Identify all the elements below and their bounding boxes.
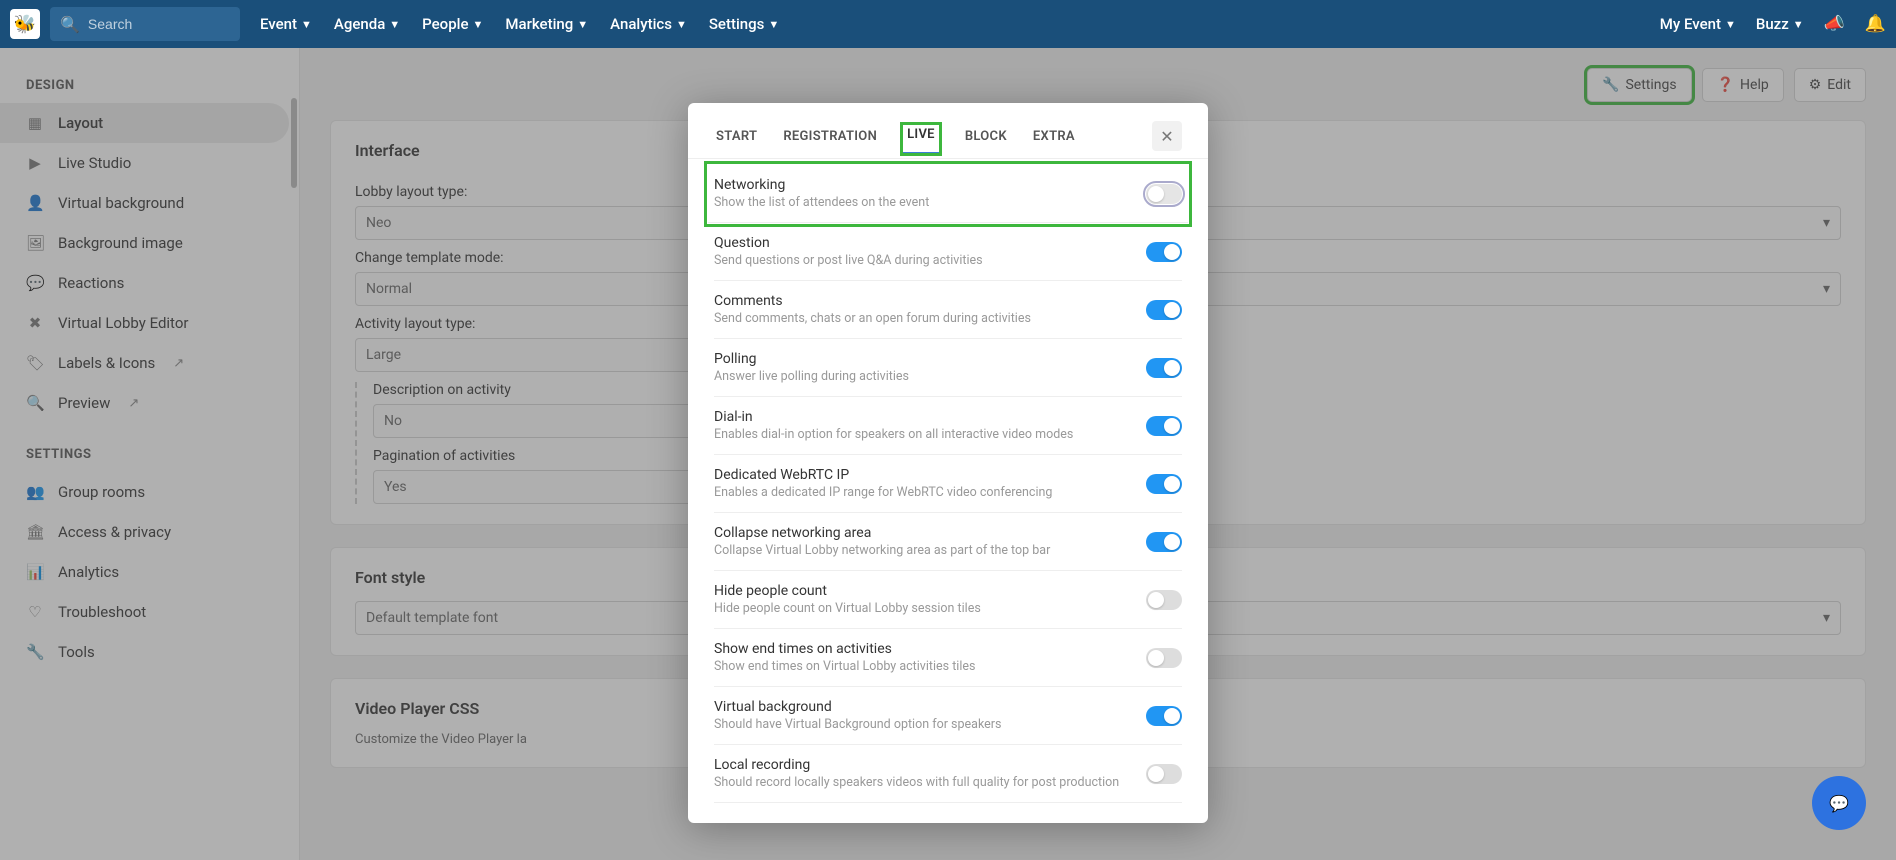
setting-toggle[interactable] <box>1146 474 1182 494</box>
setting-desc: Should have Virtual Background option fo… <box>714 717 1146 732</box>
megaphone-icon[interactable]: 📣 <box>1824 14 1845 34</box>
setting-toggle[interactable] <box>1146 706 1182 726</box>
setting-row-hide-people-count: Hide people count Hide people count on Vi… <box>714 571 1182 629</box>
setting-row-polling: Polling Answer live polling during activi… <box>714 339 1182 397</box>
setting-desc: Hide people count on Virtual Lobby sessi… <box>714 601 1146 616</box>
close-icon: ✕ <box>1160 127 1173 146</box>
modal-tabs: START REGISTRATION LIVE BLOCK EXTRA ✕ <box>688 117 1208 159</box>
search-icon: 🔍 <box>60 15 80 34</box>
setting-desc: Enables dial-in option for speakers on a… <box>714 427 1146 442</box>
setting-title: Show end times on activities <box>714 641 1146 657</box>
setting-toggle[interactable] <box>1146 300 1182 320</box>
setting-toggle[interactable] <box>1146 648 1182 668</box>
chevron-down-icon: ▼ <box>676 18 687 31</box>
chevron-down-icon: ▼ <box>1725 18 1736 31</box>
setting-desc: Collapse Virtual Lobby networking area a… <box>714 543 1146 558</box>
setting-title: Hide people count <box>714 583 1146 599</box>
modal-tab-registration[interactable]: REGISTRATION <box>781 123 879 158</box>
search-box[interactable]: 🔍 <box>50 7 240 41</box>
chevron-down-icon: ▼ <box>389 18 400 31</box>
top-nav: 🐝 🔍 Event▼ Agenda▼ People▼ Marketing▼ Analyt… <box>0 0 1896 48</box>
chat-fab[interactable]: 💬 <box>1812 776 1866 830</box>
setting-desc: Should record locally speakers videos wi… <box>714 775 1146 790</box>
setting-title: Networking <box>714 177 1146 193</box>
setting-title: Dedicated WebRTC IP <box>714 467 1146 483</box>
secondary-nav: My Event▼ Buzz▼ 📣 🔔 <box>1660 14 1886 34</box>
chevron-down-icon: ▼ <box>301 18 312 31</box>
settings-modal: START REGISTRATION LIVE BLOCK EXTRA ✕ Network… <box>688 103 1208 823</box>
setting-row-dedicated-webrtc-ip: Dedicated WebRTC IP Enables a dedicated I… <box>714 455 1182 513</box>
setting-row-question: Question Send questions or post live Q&A … <box>714 223 1182 281</box>
setting-row-collapse-networking-area: Collapse networking area Collapse Virtual… <box>714 513 1182 571</box>
setting-toggle[interactable] <box>1146 416 1182 436</box>
setting-title: Polling <box>714 351 1146 367</box>
setting-desc: Answer live polling during activities <box>714 369 1146 384</box>
setting-title: Virtual background <box>714 699 1146 715</box>
chevron-down-icon: ▼ <box>472 18 483 31</box>
setting-desc: Show the list of attendees on the event <box>714 195 1146 210</box>
setting-row-dial-in: Dial-in Enables dial-in option for speake… <box>714 397 1182 455</box>
setting-title: Local recording <box>714 757 1146 773</box>
setting-row-comments: Comments Send comments, chats or an open … <box>714 281 1182 339</box>
setting-desc: Send questions or post live Q&A during a… <box>714 253 1146 268</box>
modal-close-button[interactable]: ✕ <box>1152 121 1182 151</box>
chevron-down-icon: ▼ <box>768 18 779 31</box>
setting-toggle[interactable] <box>1146 532 1182 552</box>
nav-item-my-event[interactable]: My Event▼ <box>1660 15 1736 33</box>
modal-tab-block[interactable]: BLOCK <box>963 123 1009 158</box>
nav-item-people[interactable]: People▼ <box>422 15 483 33</box>
primary-nav: Event▼ Agenda▼ People▼ Marketing▼ Analytics▼… <box>260 15 779 33</box>
chevron-down-icon: ▼ <box>577 18 588 31</box>
setting-row-local-recording: Local recording Should record locally spe… <box>714 745 1182 803</box>
nav-item-buzz[interactable]: Buzz▼ <box>1756 15 1804 33</box>
setting-title: Question <box>714 235 1146 251</box>
modal-tab-live[interactable]: LIVE <box>901 123 941 155</box>
nav-item-settings[interactable]: Settings▼ <box>709 15 779 33</box>
nav-item-analytics[interactable]: Analytics▼ <box>610 15 687 33</box>
setting-desc: Enables a dedicated IP range for WebRTC … <box>714 485 1146 500</box>
setting-desc: Show end times on Virtual Lobby activiti… <box>714 659 1146 674</box>
nav-item-event[interactable]: Event▼ <box>260 15 312 33</box>
setting-toggle[interactable] <box>1146 764 1182 784</box>
setting-row-virtual-background: Virtual background Should have Virtual Ba… <box>714 687 1182 745</box>
modal-tab-start[interactable]: START <box>714 123 759 158</box>
setting-toggle[interactable] <box>1146 590 1182 610</box>
chat-icon: 💬 <box>1829 794 1849 813</box>
setting-row-networking: Networking Show the list of attendees on … <box>708 165 1188 223</box>
setting-title: Collapse networking area <box>714 525 1146 541</box>
setting-title: Dial-in <box>714 409 1146 425</box>
setting-toggle[interactable] <box>1146 184 1182 204</box>
logo[interactable]: 🐝 <box>10 9 40 39</box>
modal-tab-extra[interactable]: EXTRA <box>1031 123 1077 158</box>
nav-item-agenda[interactable]: Agenda▼ <box>334 15 400 33</box>
bell-icon[interactable]: 🔔 <box>1865 14 1886 34</box>
chevron-down-icon: ▼ <box>1793 18 1804 31</box>
setting-toggle[interactable] <box>1146 358 1182 378</box>
setting-desc: Send comments, chats or an open forum du… <box>714 311 1146 326</box>
search-input[interactable] <box>88 16 230 32</box>
setting-toggle[interactable] <box>1146 242 1182 262</box>
modal-body: Networking Show the list of attendees on … <box>688 159 1208 823</box>
setting-title: Comments <box>714 293 1146 309</box>
setting-row-show-end-times-on-activities: Show end times on activities Show end tim… <box>714 629 1182 687</box>
nav-item-marketing[interactable]: Marketing▼ <box>505 15 588 33</box>
